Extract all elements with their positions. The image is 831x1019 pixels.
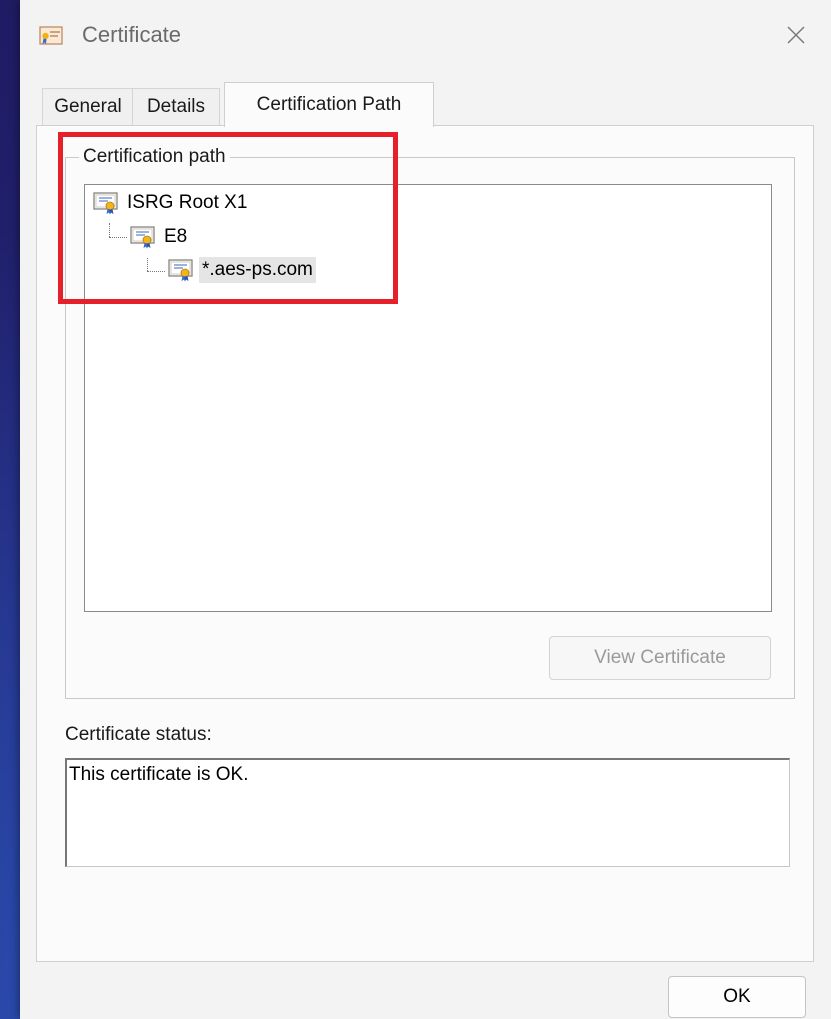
certificate-dialog: Certificate General Details Certificatio… (20, 0, 831, 1019)
certificate-status-label: Certificate status: (65, 724, 212, 745)
certificate-app-icon (39, 26, 63, 46)
close-button[interactable] (773, 12, 819, 58)
tab-certification-path[interactable]: Certification Path (224, 82, 434, 127)
tab-general-label: General (54, 96, 122, 117)
tab-details[interactable]: Details (132, 88, 220, 125)
tab-details-label: Details (146, 96, 206, 117)
view-certificate-button[interactable]: View Certificate (549, 636, 771, 680)
tree-connector (109, 237, 127, 238)
tree-node-isrg-root-x1[interactable]: ISRG Root X1 (93, 188, 250, 218)
ok-button-label: OK (723, 986, 751, 1007)
certification-path-group: Certification path ISRG Root X1 E8 *.aes… (65, 146, 795, 699)
tree-node-e8[interactable]: E8 (130, 222, 190, 252)
tree-connector (147, 271, 165, 272)
view-certificate-button-label: View Certificate (594, 647, 726, 668)
tree-node-aes-ps-com[interactable]: *.aes-ps.com (168, 255, 316, 285)
tree-node-label: E8 (164, 226, 188, 247)
tree-node-label: *.aes-ps.com (199, 257, 316, 283)
certificate-status-text: This certificate is OK. (69, 764, 249, 785)
certification-path-group-label: Certification path (79, 146, 230, 168)
close-icon (787, 26, 805, 44)
tree-node-label: ISRG Root X1 (127, 192, 248, 213)
tree-connector (147, 258, 148, 271)
certification-path-tree[interactable]: ISRG Root X1 E8 *.aes-ps.com (84, 184, 772, 612)
certificate-icon (93, 191, 119, 215)
certification-path-panel: Certification path ISRG Root X1 E8 *.aes… (36, 125, 814, 962)
window-title: Certificate (82, 22, 182, 47)
title-bar: Certificate (20, 0, 831, 76)
certificate-icon (130, 225, 156, 249)
ok-button[interactable]: OK (668, 976, 806, 1018)
tab-certification-path-label: Certification Path (256, 94, 402, 115)
certificate-status-box[interactable]: This certificate is OK. (65, 758, 790, 867)
certificate-icon (168, 258, 194, 282)
tab-strip: General Details Certification Path (36, 82, 815, 127)
tab-general[interactable]: General (42, 88, 134, 125)
tree-connector (109, 223, 110, 237)
